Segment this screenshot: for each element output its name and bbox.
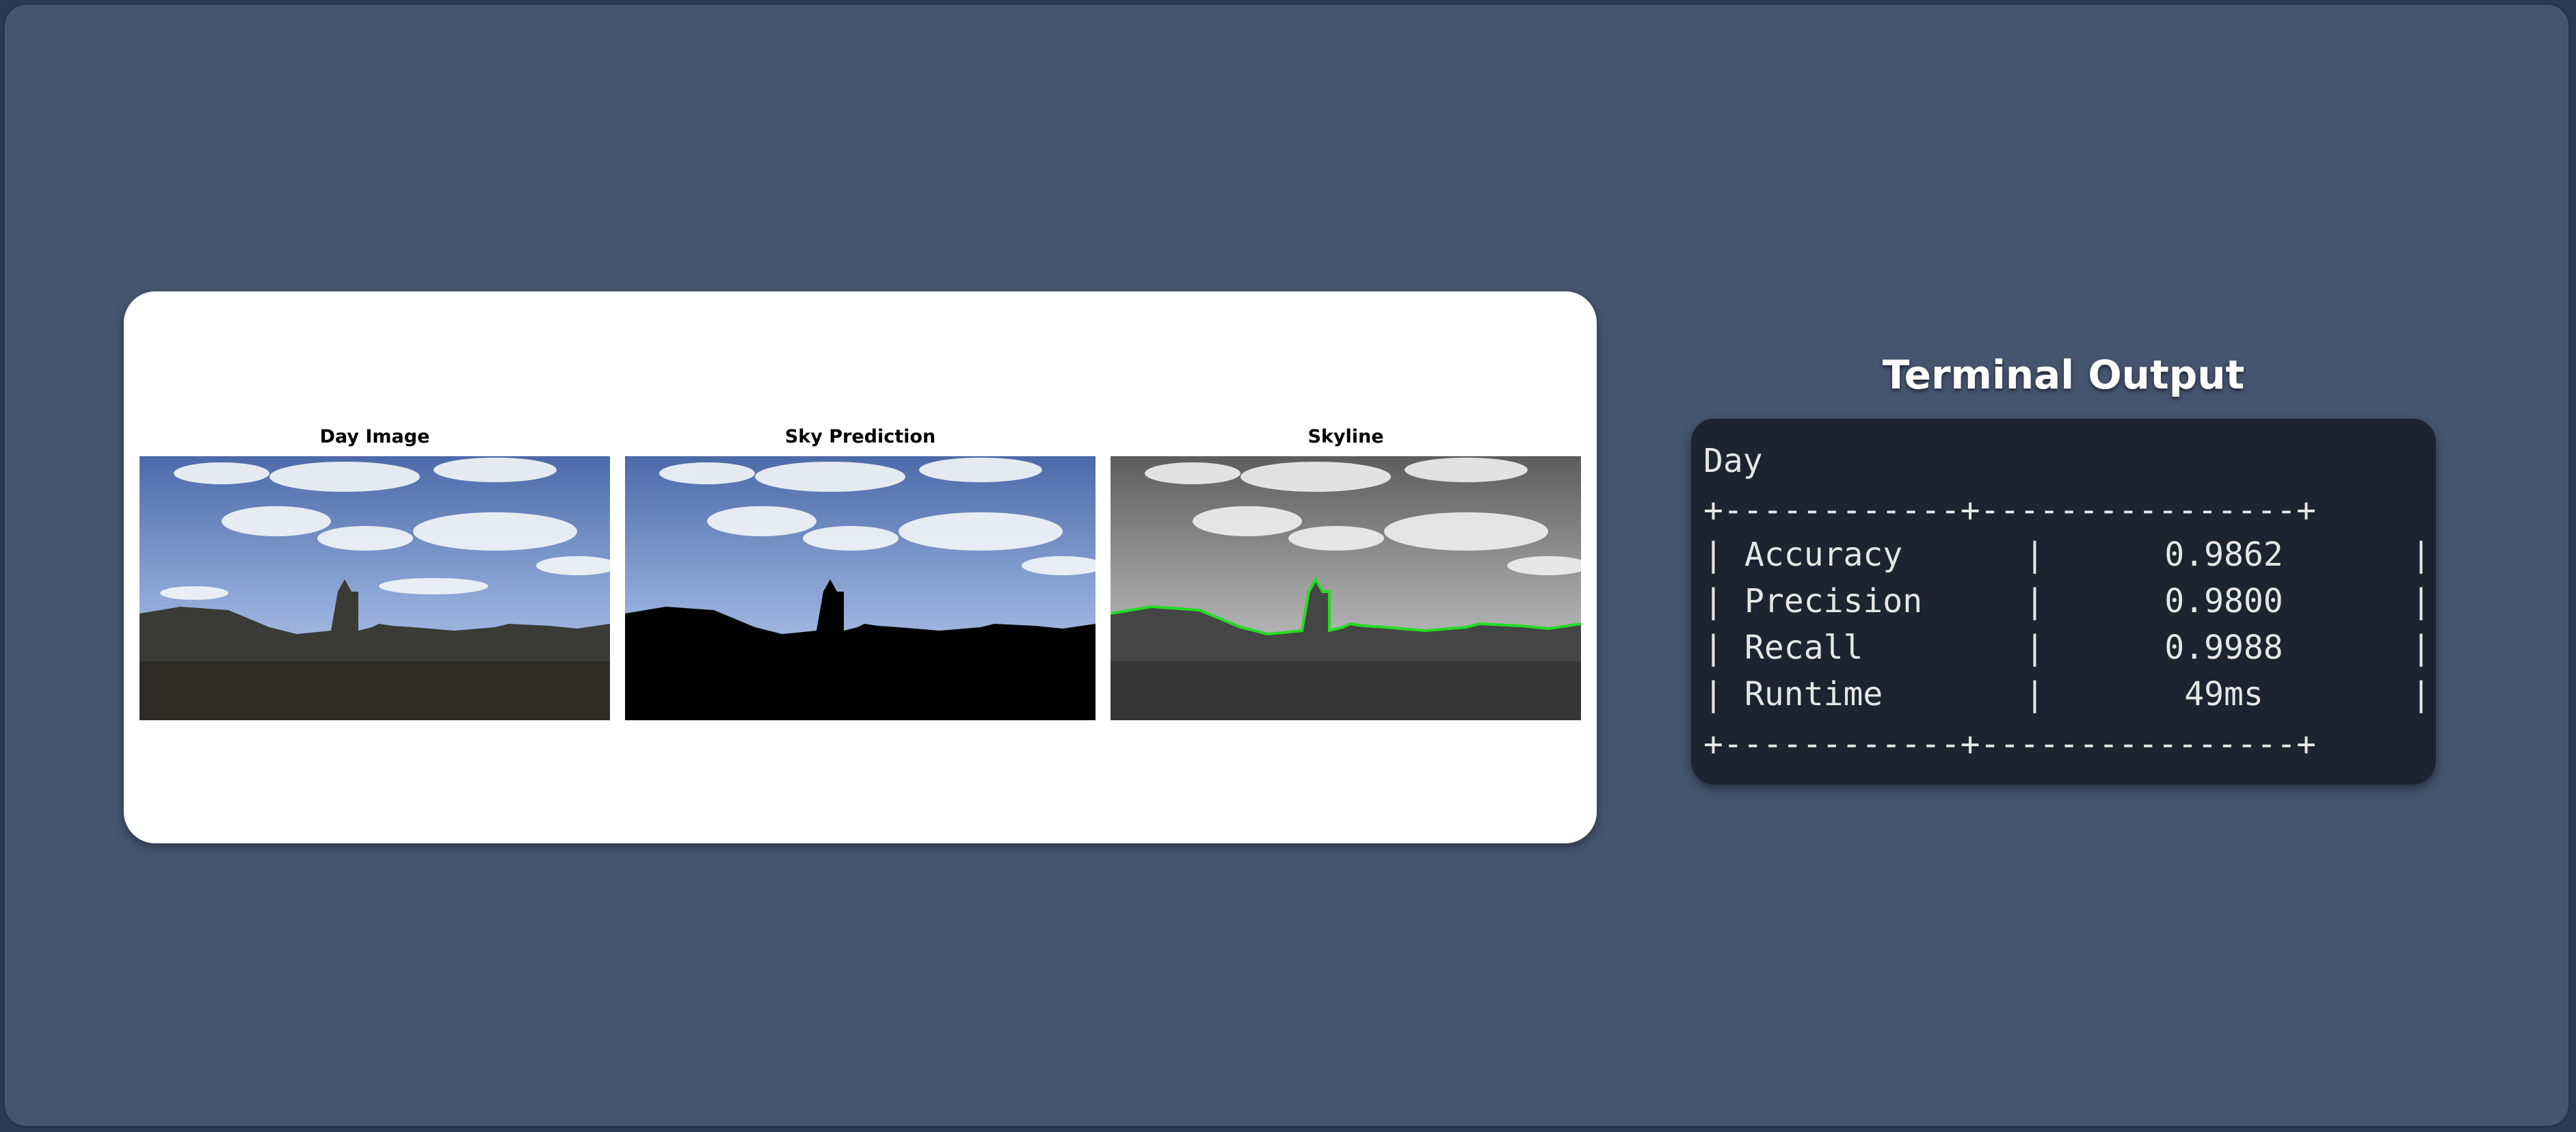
terminal-heading: Day (1703, 442, 1763, 480)
sky-mask (625, 456, 1096, 720)
table-border: | (2025, 675, 2045, 713)
image-title: Day Image (319, 426, 430, 447)
skyline-overlay (1111, 456, 1581, 720)
table-row: | Recall | 0.9988 | (1703, 624, 2431, 671)
metric-label: Accuracy (1744, 536, 1903, 574)
metric-label: Runtime (1744, 675, 1883, 713)
metric-label: Recall (1744, 629, 1863, 667)
table-border: | (2025, 536, 2045, 574)
metric-value: 0.9862 (2164, 536, 2283, 574)
table-border: | (1703, 629, 1723, 667)
table-border: | (2411, 536, 2431, 574)
table-border: | (2411, 675, 2431, 713)
table-border: | (2411, 582, 2431, 620)
image-title: Sky Prediction (784, 426, 936, 447)
table-border: | (1703, 675, 1723, 713)
day-photo (140, 456, 610, 720)
window-frame: Day Image Sky Prediction Skyline Termina… (3, 3, 2571, 1128)
table-row: | Accuracy | 0.9862 | (1703, 531, 2431, 578)
image-panel: Day Image Sky Prediction Skyline (124, 291, 1597, 843)
table-border: | (1703, 536, 1723, 574)
table-border: | (2025, 582, 2045, 620)
metric-label: Precision (1744, 582, 1923, 620)
table-rule-bottom: +------------+----------------+ (1703, 725, 2316, 763)
table-row: | Runtime | 49ms | (1703, 671, 2431, 718)
table-rule-top: +------------+----------------+ (1703, 491, 2316, 529)
metric-value: 0.9800 (2164, 582, 2283, 620)
metric-value: 49ms (2184, 675, 2263, 713)
metric-value: 0.9988 (2164, 629, 2283, 667)
table-border: | (1703, 582, 1723, 620)
table-row: | Precision | 0.9800 | (1703, 578, 2431, 624)
table-border: | (2411, 629, 2431, 667)
table-border: | (2025, 629, 2045, 667)
terminal-panel: Day +------------+----------------+ | Ac… (1691, 419, 2436, 785)
image-title: Skyline (1307, 426, 1384, 447)
terminal-title: Terminal Output (1882, 352, 2245, 398)
